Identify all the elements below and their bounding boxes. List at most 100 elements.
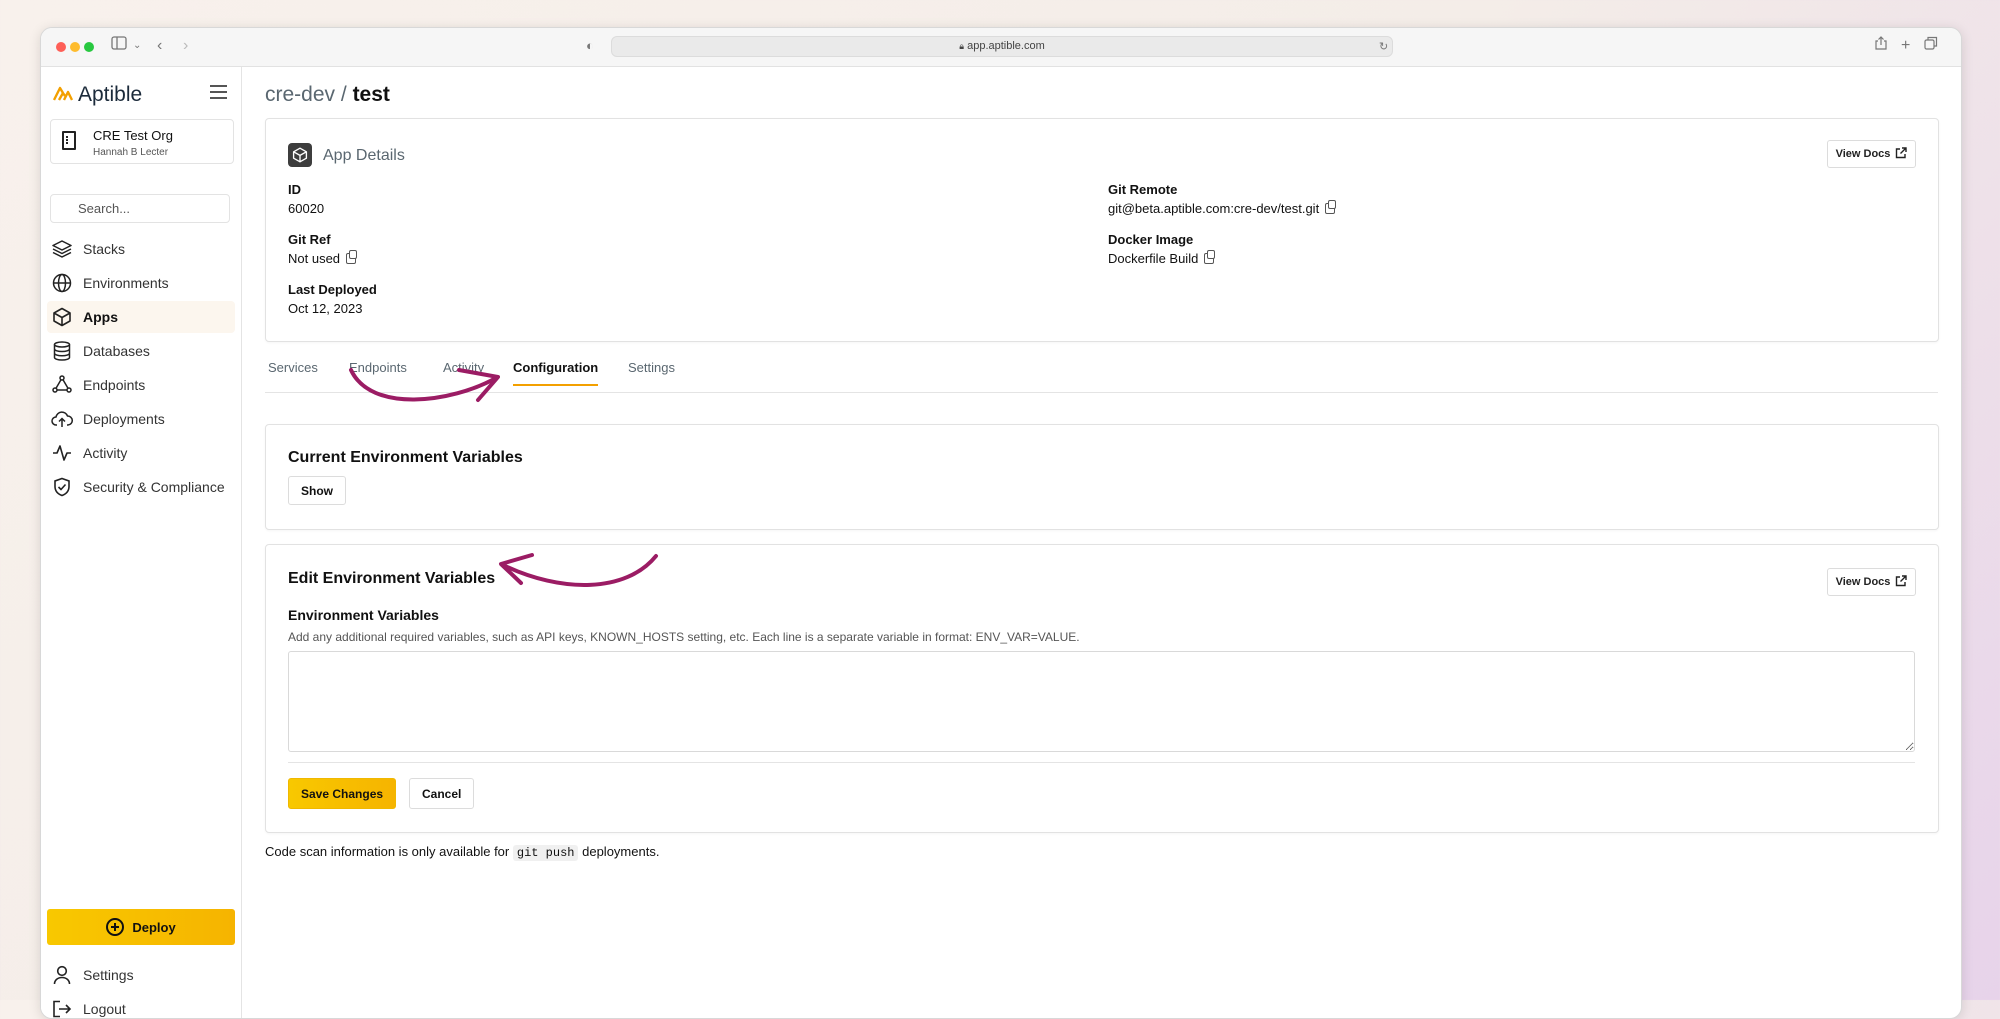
git-remote-label: Git Remote [1108,182,1178,197]
menu-icon[interactable] [210,81,227,103]
minimize-window-button[interactable] [70,42,80,52]
current-env-card: Current Environment Variables Show [265,424,1939,530]
chevron-down-icon[interactable]: ⌄ [133,36,141,56]
tab-configuration[interactable]: Configuration [513,360,599,386]
sidebar-item-deployments[interactable]: Deployments [47,403,235,435]
docker-image-value: Dockerfile Build [1108,250,1216,266]
database-icon [51,340,73,362]
main-content: cre-dev / test App Details View Docs ID … [242,67,1961,1018]
maximize-window-button[interactable] [84,42,94,52]
tab-overview-icon[interactable] [1924,36,1938,56]
id-label: ID [288,182,301,197]
deploy-button[interactable]: Deploy [47,909,235,945]
footnote-code: git push [512,845,579,861]
env-vars-label: Environment Variables [288,607,439,623]
shield-check-icon [51,476,73,498]
cancel-button[interactable]: Cancel [409,778,475,809]
tab-endpoints[interactable]: Endpoints [349,360,407,385]
sidebar-item-security[interactable]: Security & Compliance [47,471,235,503]
lock-icon: 🔒︎ [959,41,965,51]
new-tab-icon[interactable]: + [1901,36,1910,56]
layers-icon [51,238,73,260]
aptible-logo[interactable]: Aptible [52,83,143,107]
copy-icon[interactable] [1204,250,1216,264]
env-vars-help: Add any additional required variables, s… [288,630,1080,644]
app-details-card: App Details View Docs ID 60020 Git Ref N… [265,118,1939,342]
external-link-icon [1895,574,1908,590]
tab-bar: Services Endpoints Activity Configuratio… [265,355,1938,393]
edit-env-card: Edit Environment Variables View Docs Env… [265,544,1939,833]
org-switcher[interactable]: CRE Test Org Hannah B Lecter [50,119,234,164]
breadcrumb-separator: / [340,83,347,106]
sidebar-toggle-icon[interactable] [111,36,127,56]
activity-icon [51,442,73,464]
git-remote-value-text: git@beta.aptible.com:cre-dev/test.git [1108,201,1320,216]
reload-icon[interactable]: ↻ [1379,37,1388,57]
browser-titlebar: ⌄ ‹ › ◐ 🔒︎ app.aptible.com ↻ + [41,28,1961,67]
save-changes-button[interactable]: Save Changes [288,778,397,809]
deploy-label: Deploy [132,919,176,935]
id-value: 60020 [288,201,324,216]
plus-circle-icon [106,918,125,936]
external-link-icon [1895,146,1908,162]
git-ref-value: Not used [288,250,358,266]
sidebar-item-logout[interactable]: Logout [47,993,235,1018]
url-bar[interactable]: 🔒︎ app.aptible.com [611,36,1393,57]
org-name: CRE Test Org [93,128,173,143]
view-docs-button[interactable]: View Docs [1827,140,1916,168]
search-input[interactable] [50,194,230,223]
sidebar-item-endpoints[interactable]: Endpoints [47,369,235,401]
sidebar-item-label: Security & Compliance [83,479,225,495]
sidebar-item-settings[interactable]: Settings [47,959,235,991]
docker-image-value-text: Dockerfile Build [1108,251,1199,266]
url-text: app.aptible.com [967,40,1045,52]
back-icon[interactable]: ‹ [157,36,162,56]
breadcrumb-env[interactable]: cre-dev [265,83,335,106]
forward-icon[interactable]: › [183,36,188,56]
breadcrumb: cre-dev / test [265,83,390,107]
code-scan-footnote: Code scan information is only available … [265,844,659,861]
tab-activity[interactable]: Activity [443,360,484,385]
current-env-title: Current Environment Variables [288,449,523,466]
sidebar-item-databases[interactable]: Databases [47,335,235,367]
endpoints-icon [51,374,73,396]
view-docs-label: View Docs [1835,148,1891,160]
last-deployed-label: Last Deployed [288,282,377,297]
last-deployed-value: Oct 12, 2023 [288,301,362,316]
building-icon [62,131,76,150]
tab-settings[interactable]: Settings [628,360,675,385]
git-ref-label: Git Ref [288,232,331,247]
docker-image-label: Docker Image [1108,232,1194,247]
user-icon [51,964,73,986]
sidebar-item-label: Environments [83,275,169,291]
sidebar-item-label: Settings [83,967,134,983]
copy-icon[interactable] [1325,200,1337,214]
globe-icon [51,272,73,294]
view-docs-label: View Docs [1835,576,1891,588]
sidebar-item-stacks[interactable]: Stacks [47,233,235,265]
sidebar-item-apps[interactable]: Apps [47,301,235,333]
env-vars-textarea[interactable] [288,651,1915,752]
last-deployed-value-text: Oct 12, 2023 [288,301,363,316]
tab-services[interactable]: Services [268,360,318,385]
card-title: App Details [323,147,405,164]
close-window-button[interactable] [56,42,66,52]
sidebar: Aptible CRE Test Org Hannah B Lecter Sta… [41,67,242,1018]
sidebar-item-environments[interactable]: Environments [47,267,235,299]
share-icon[interactable] [1875,36,1887,56]
view-docs-button[interactable]: View Docs [1827,568,1916,596]
git-remote-value: git@beta.aptible.com:cre-dev/test.git [1108,200,1337,216]
footnote-text-before: Code scan information is only available … [265,844,510,859]
divider [288,762,1915,763]
show-button[interactable]: Show [288,476,346,505]
privacy-shield-icon[interactable]: ◐ [586,36,594,56]
breadcrumb-app: test [352,83,390,106]
copy-icon[interactable] [346,250,358,264]
cube-icon [51,306,73,328]
sidebar-item-activity[interactable]: Activity [47,437,235,469]
sidebar-item-label: Databases [83,343,150,359]
edit-env-title: Edit Environment Variables [288,570,496,587]
logo-text: Aptible [78,83,143,106]
logout-icon [51,998,73,1018]
id-value-text: 60020 [288,201,325,216]
